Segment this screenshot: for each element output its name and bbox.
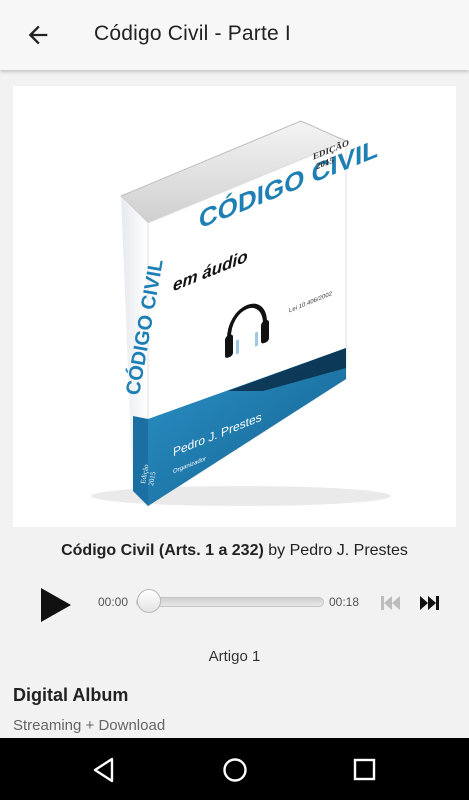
play-button[interactable]: [36, 585, 76, 625]
progress-rail: [136, 597, 324, 607]
nav-recents-icon: [353, 758, 376, 781]
system-nav-bar: [0, 738, 469, 800]
progress-slider[interactable]: [136, 589, 324, 615]
skip-next-icon: [420, 596, 439, 610]
nav-home-button[interactable]: [220, 755, 250, 785]
track-artist: Pedro J. Prestes: [289, 542, 408, 559]
next-track-button[interactable]: [418, 594, 440, 612]
arrow-back-icon: [28, 25, 48, 45]
album-type-subtitle: Streaming + Download: [13, 717, 166, 734]
total-time: 00:18: [329, 595, 360, 609]
track-title-line: Código Civil (Arts. 1 a 232) by Pedro J.…: [0, 542, 469, 560]
app-bar: Código Civil - Parte I: [0, 0, 469, 70]
nav-recents-button[interactable]: [350, 755, 380, 785]
nav-home-icon: [223, 758, 247, 782]
current-time: 00:00: [98, 595, 129, 609]
play-icon: [41, 588, 71, 622]
nav-back-button[interactable]: [89, 755, 119, 785]
track-by: by: [268, 542, 286, 559]
track-name: Artigo 1: [208, 648, 261, 665]
page-title: Código Civil - Parte I: [94, 22, 291, 45]
previous-track-button[interactable]: [380, 594, 402, 612]
back-button[interactable]: [18, 16, 58, 54]
track-title: Código Civil (Arts. 1 a 232): [61, 542, 264, 559]
skip-previous-icon: [381, 596, 400, 610]
progress-thumb[interactable]: [137, 589, 161, 613]
album-type-title: Digital Album: [13, 685, 129, 705]
album-cover: CÓDIGO CIVIL EDIÇÃO 2015 em áudio Lei 10…: [13, 86, 456, 527]
nav-back-icon: [93, 757, 114, 783]
